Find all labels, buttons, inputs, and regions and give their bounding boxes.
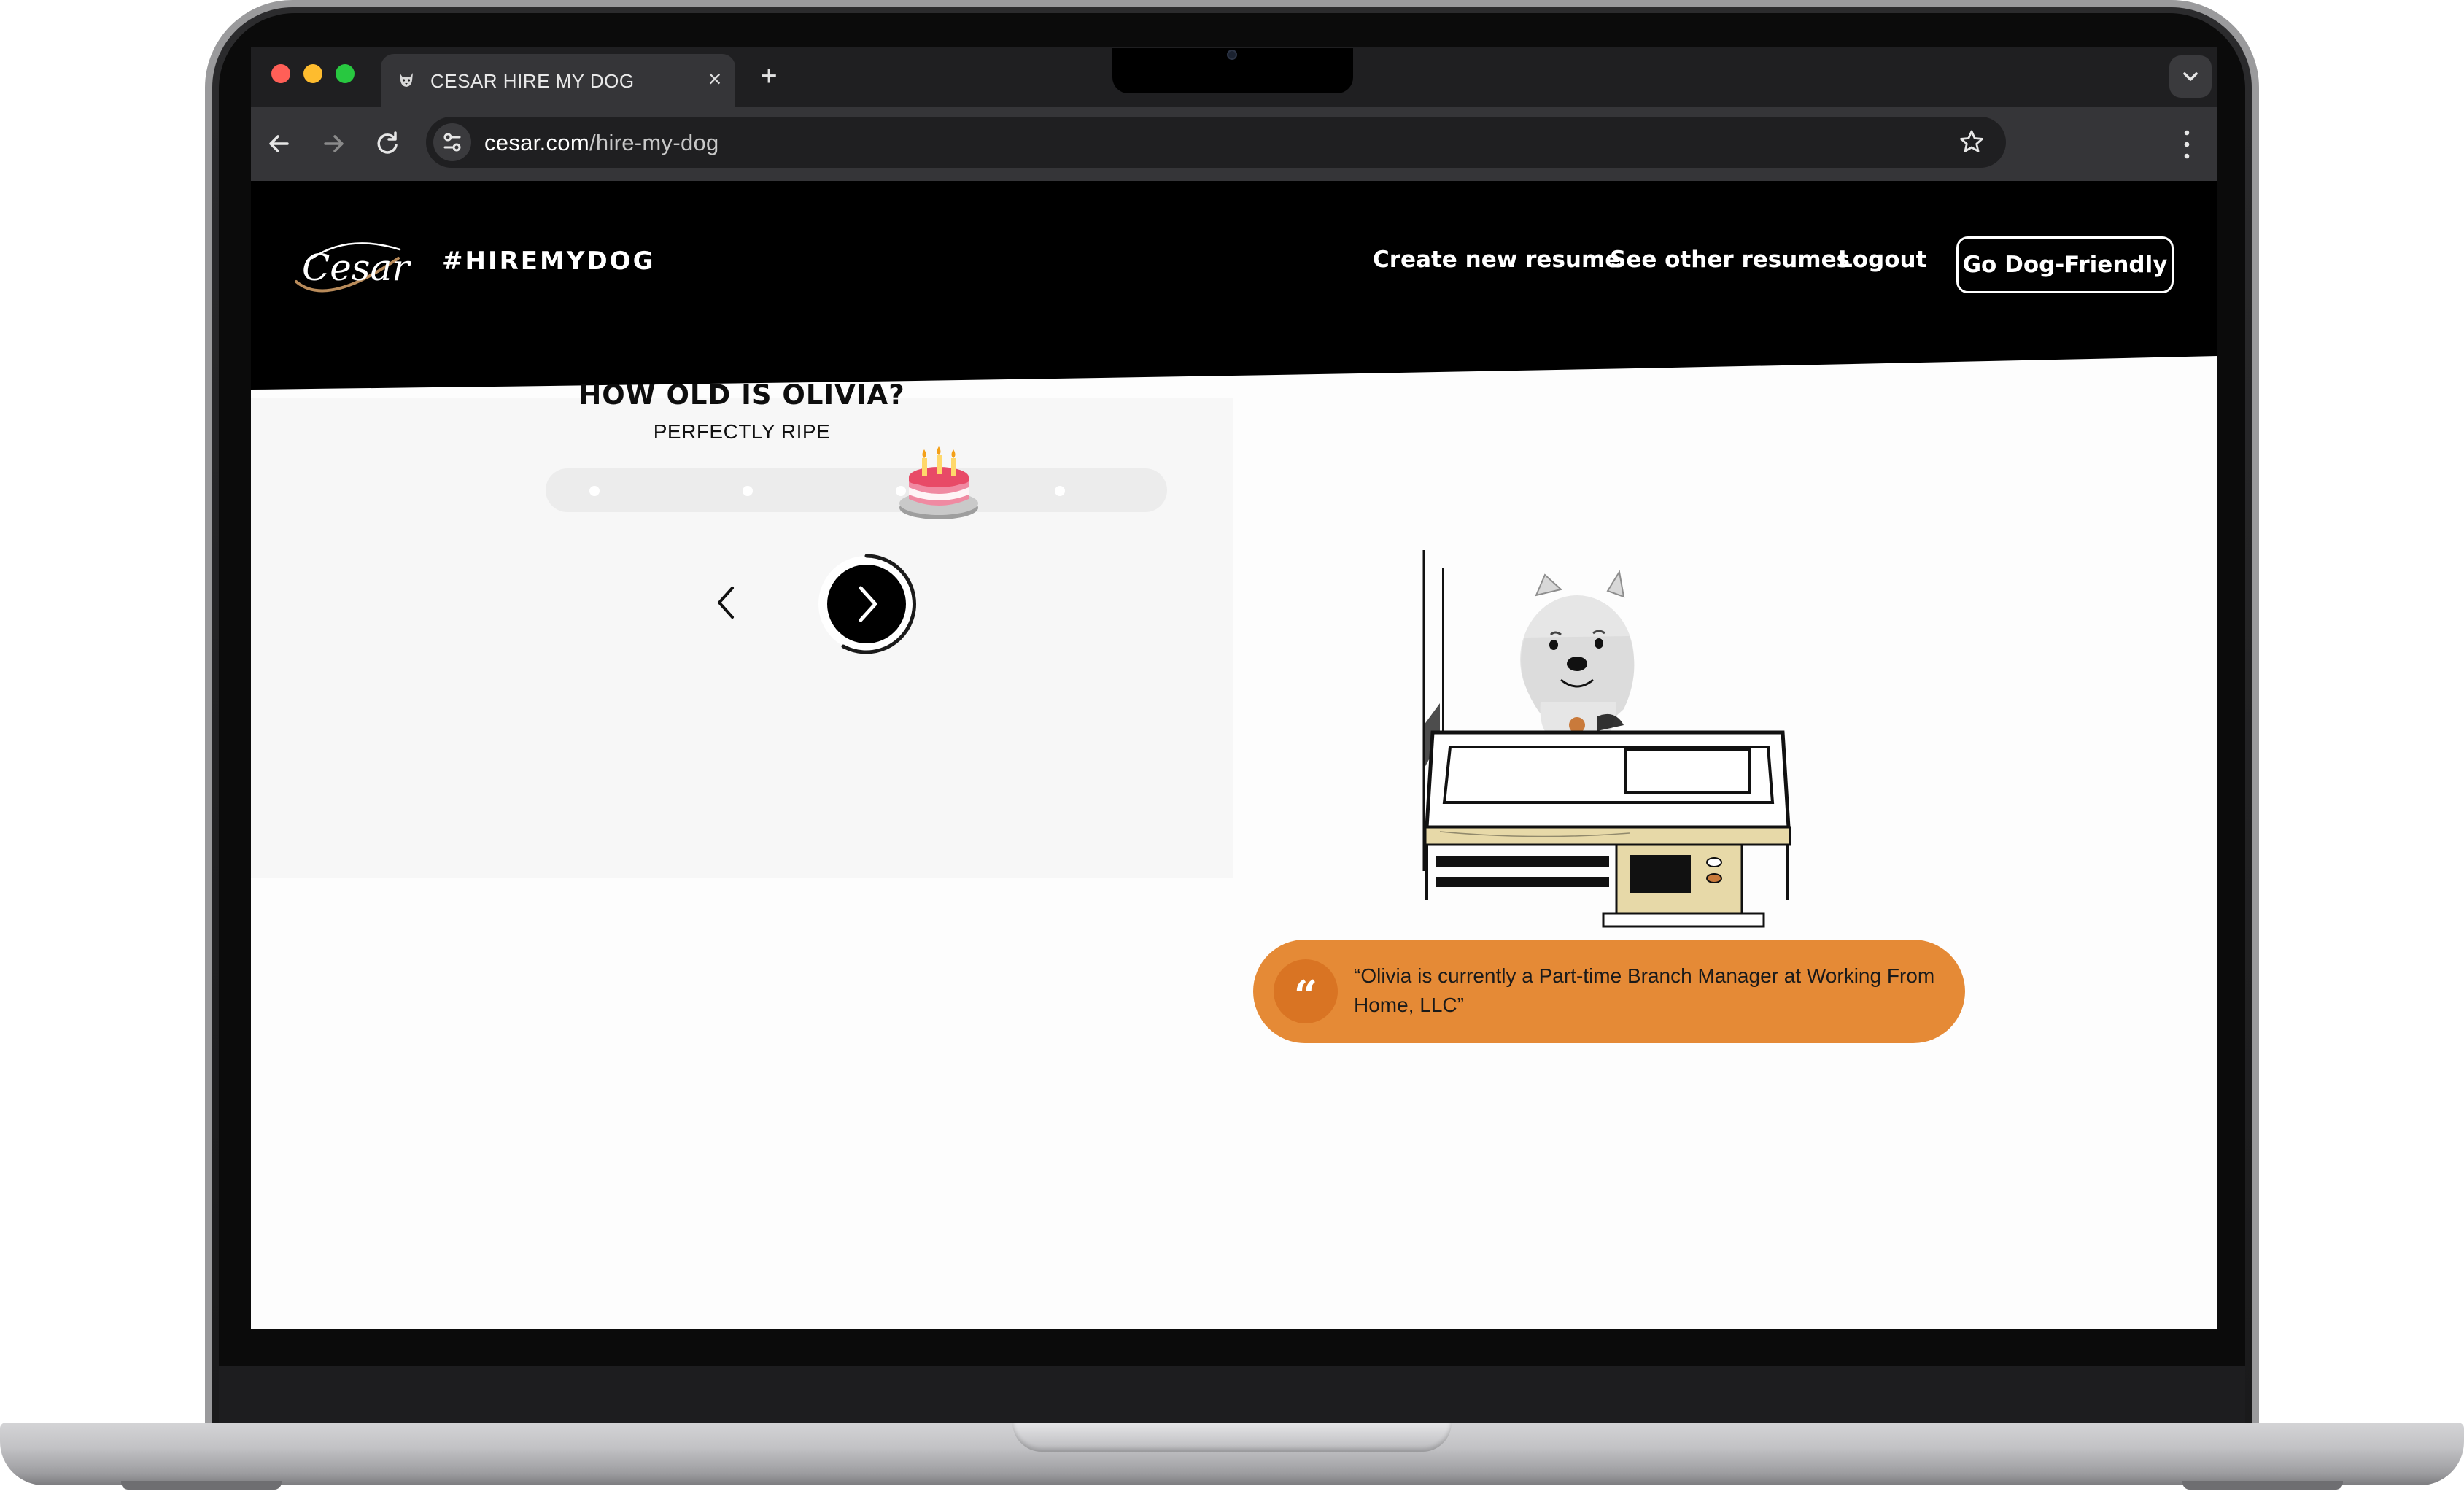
answer-label: PERFECTLY RIPE — [653, 420, 831, 443]
page: Cesar #HIREMYDOG Create new resume See o… — [251, 181, 2217, 1329]
address-bar[interactable]: cesar.com/hire-my-dog — [426, 117, 2006, 168]
slider-step-4[interactable] — [1055, 486, 1065, 496]
quote-icon: “ — [1274, 959, 1338, 1023]
maximize-window-button[interactable] — [336, 64, 355, 83]
new-tab-button[interactable]: + — [754, 61, 783, 92]
birthday-cake-icon[interactable] — [893, 436, 985, 522]
tab-close-icon[interactable]: × — [702, 66, 728, 92]
tab-search-button[interactable] — [2169, 55, 2212, 98]
laptop-base-notch — [1012, 1423, 1452, 1452]
dog-at-desk-illustration — [1422, 550, 1791, 928]
dog — [1520, 570, 1635, 733]
age-slider-track[interactable] — [546, 468, 1167, 512]
next-button[interactable] — [814, 551, 919, 657]
question-title: HOW OLD IS OLIVIA? — [578, 379, 905, 411]
chevron-down-icon — [2183, 72, 2198, 81]
nav-logout[interactable]: Logout — [1838, 247, 1926, 273]
arrow-right-icon[interactable] — [314, 124, 353, 163]
screen: CESAR HIRE MY DOG × + cesar.com/hire-my-… — [251, 47, 2217, 1329]
url-host: cesar.com — [484, 130, 589, 155]
desk — [1424, 730, 1791, 928]
reload-icon[interactable] — [368, 124, 407, 163]
browser-toolbar: cesar.com/hire-my-dog — [251, 107, 2217, 181]
nav-see-other-resumes[interactable]: See other resumes — [1610, 247, 1850, 273]
tab-title: CESAR HIRE MY DOG — [430, 70, 635, 92]
url-path: /hire-my-dog — [589, 130, 719, 155]
close-window-button[interactable] — [271, 64, 290, 83]
go-dog-friendly-button[interactable]: Go Dog-Friendly — [1956, 236, 2174, 293]
cesar-logo[interactable]: Cesar — [283, 229, 411, 305]
browser-tab[interactable]: CESAR HIRE MY DOG × — [381, 54, 735, 107]
chevron-left-icon[interactable] — [712, 582, 741, 623]
tune-icon — [443, 133, 461, 152]
kebab-icon[interactable] — [2181, 128, 2193, 160]
nav-create-resume[interactable]: Create new resume — [1373, 247, 1620, 273]
star-icon[interactable] — [1956, 127, 1987, 158]
dog-favicon-icon — [400, 73, 413, 87]
laptop-foot-right — [2182, 1481, 2343, 1490]
slider-step-2[interactable] — [743, 486, 753, 496]
quote-text: “Olivia is currently a Part-time Branch … — [1354, 964, 1935, 1016]
slider-step-1[interactable] — [589, 486, 600, 496]
bezel-bottom — [219, 1366, 2245, 1428]
logo-text: Cesar — [302, 247, 411, 289]
camera-icon — [1227, 50, 1237, 60]
quote-bubble: “ “Olivia is currently a Part-time Branc… — [1253, 940, 1965, 1043]
minimize-window-button[interactable] — [303, 64, 322, 83]
url-text: cesar.com/hire-my-dog — [484, 130, 719, 156]
hashtag-label: #HIREMYDOG — [442, 247, 656, 276]
site-info-button[interactable] — [433, 123, 471, 161]
arrow-left-icon[interactable] — [260, 124, 299, 163]
laptop-foot-left — [121, 1481, 282, 1490]
